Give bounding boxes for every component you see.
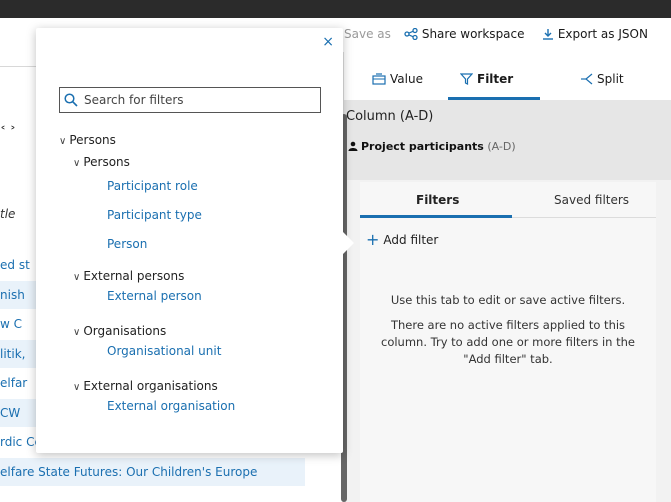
tree-node-group[interactable]: ∨ Organisations bbox=[73, 324, 166, 338]
search-icon bbox=[64, 93, 78, 107]
tab-filters[interactable]: Filters bbox=[416, 193, 459, 207]
filter-option[interactable]: Person bbox=[107, 237, 147, 251]
share-workspace-button[interactable]: Share workspace bbox=[404, 27, 525, 41]
tab-filter[interactable]: Filter bbox=[459, 72, 514, 86]
tab-value[interactable]: Value bbox=[372, 72, 423, 86]
filter-subtabs: Filters Saved filters bbox=[360, 182, 656, 218]
filter-option[interactable]: External person bbox=[107, 289, 202, 303]
export-json-label: Export as JSON bbox=[557, 27, 648, 41]
title-column-header[interactable]: tle bbox=[0, 207, 15, 221]
column-title: Column (A-D) bbox=[346, 109, 434, 124]
value-icon bbox=[372, 73, 386, 85]
filter-icon bbox=[459, 73, 474, 85]
chevron-down-icon: ∨ bbox=[73, 158, 81, 169]
column-info: Column (A-D) Project participants (A-D) bbox=[344, 100, 671, 180]
tree-node-group-label: Persons bbox=[83, 155, 130, 169]
filter-option[interactable]: Participant role bbox=[107, 179, 198, 193]
search-input[interactable] bbox=[84, 91, 314, 109]
top-bar bbox=[0, 0, 671, 18]
plus-icon: + bbox=[366, 230, 380, 249]
split-icon bbox=[581, 73, 593, 85]
tree-node-group[interactable]: ∨ External persons bbox=[73, 269, 184, 283]
chevron-down-icon: ∨ bbox=[73, 382, 81, 393]
filter-help-text: Use this tab to edit or save active filt… bbox=[370, 292, 646, 376]
search-box bbox=[59, 87, 321, 113]
source-name: Project participants bbox=[361, 140, 484, 153]
tree-node-group-label: Organisations bbox=[83, 324, 167, 338]
list-item[interactable]: elfare State Futures: Our Children's Eur… bbox=[0, 457, 305, 486]
tree-node-group[interactable]: ∨ External organisations bbox=[73, 379, 218, 393]
tab-value-label: Value bbox=[390, 72, 423, 86]
pagination-arrows[interactable]: ˂ ˃ bbox=[0, 125, 16, 139]
chevron-down-icon: ∨ bbox=[73, 327, 81, 338]
tab-saved-filters[interactable]: Saved filters bbox=[554, 193, 629, 207]
tree-node-group[interactable]: ∨ Persons bbox=[73, 155, 130, 169]
tree-node-group-label: External organisations bbox=[83, 379, 218, 393]
chevron-down-icon: ∨ bbox=[73, 272, 81, 283]
source-range: (A-D) bbox=[487, 140, 516, 153]
add-filter-label: Add filter bbox=[383, 233, 439, 247]
share-icon bbox=[404, 27, 418, 41]
download-icon bbox=[543, 29, 553, 40]
column-source: Project participants (A-D) bbox=[348, 140, 516, 153]
chevron-down-icon: ∨ bbox=[59, 136, 67, 147]
filter-option[interactable]: Organisational unit bbox=[107, 344, 221, 358]
help-line-1: Use this tab to edit or save active filt… bbox=[390, 293, 626, 307]
person-icon bbox=[348, 141, 358, 151]
popup-pointer bbox=[343, 232, 354, 254]
tab-filter-label: Filter bbox=[477, 72, 514, 86]
column-settings-panel: Value Filter Split Column (A-D) Project … bbox=[343, 52, 671, 502]
add-filter-button[interactable]: + Add filter bbox=[366, 230, 438, 249]
tree-node-group-label: External persons bbox=[83, 269, 185, 283]
export-json-button[interactable]: Export as JSON bbox=[542, 27, 648, 41]
panel-tabs: Value Filter Split bbox=[344, 52, 671, 100]
filter-option[interactable]: External organisation bbox=[107, 399, 235, 413]
tree-node-root-label: Persons bbox=[69, 133, 116, 147]
close-icon[interactable]: × bbox=[322, 34, 334, 50]
help-line-2: There are no active filters applied to t… bbox=[381, 318, 635, 366]
share-workspace-label: Share workspace bbox=[421, 27, 525, 41]
filters-section: Filters Saved filters + Add filter Use th… bbox=[360, 182, 656, 502]
filter-option[interactable]: Participant type bbox=[107, 208, 202, 222]
tab-split-label: Split bbox=[597, 72, 624, 86]
tab-split[interactable]: Split bbox=[580, 72, 624, 86]
save-as-button[interactable]: Save as bbox=[344, 27, 391, 41]
tree-node-root[interactable]: ∨ Persons bbox=[59, 133, 116, 147]
filter-picker-popup: × ∨Persons∨PersonsParticipant rolePartic… bbox=[36, 28, 354, 453]
active-subtab-indicator bbox=[360, 215, 512, 218]
